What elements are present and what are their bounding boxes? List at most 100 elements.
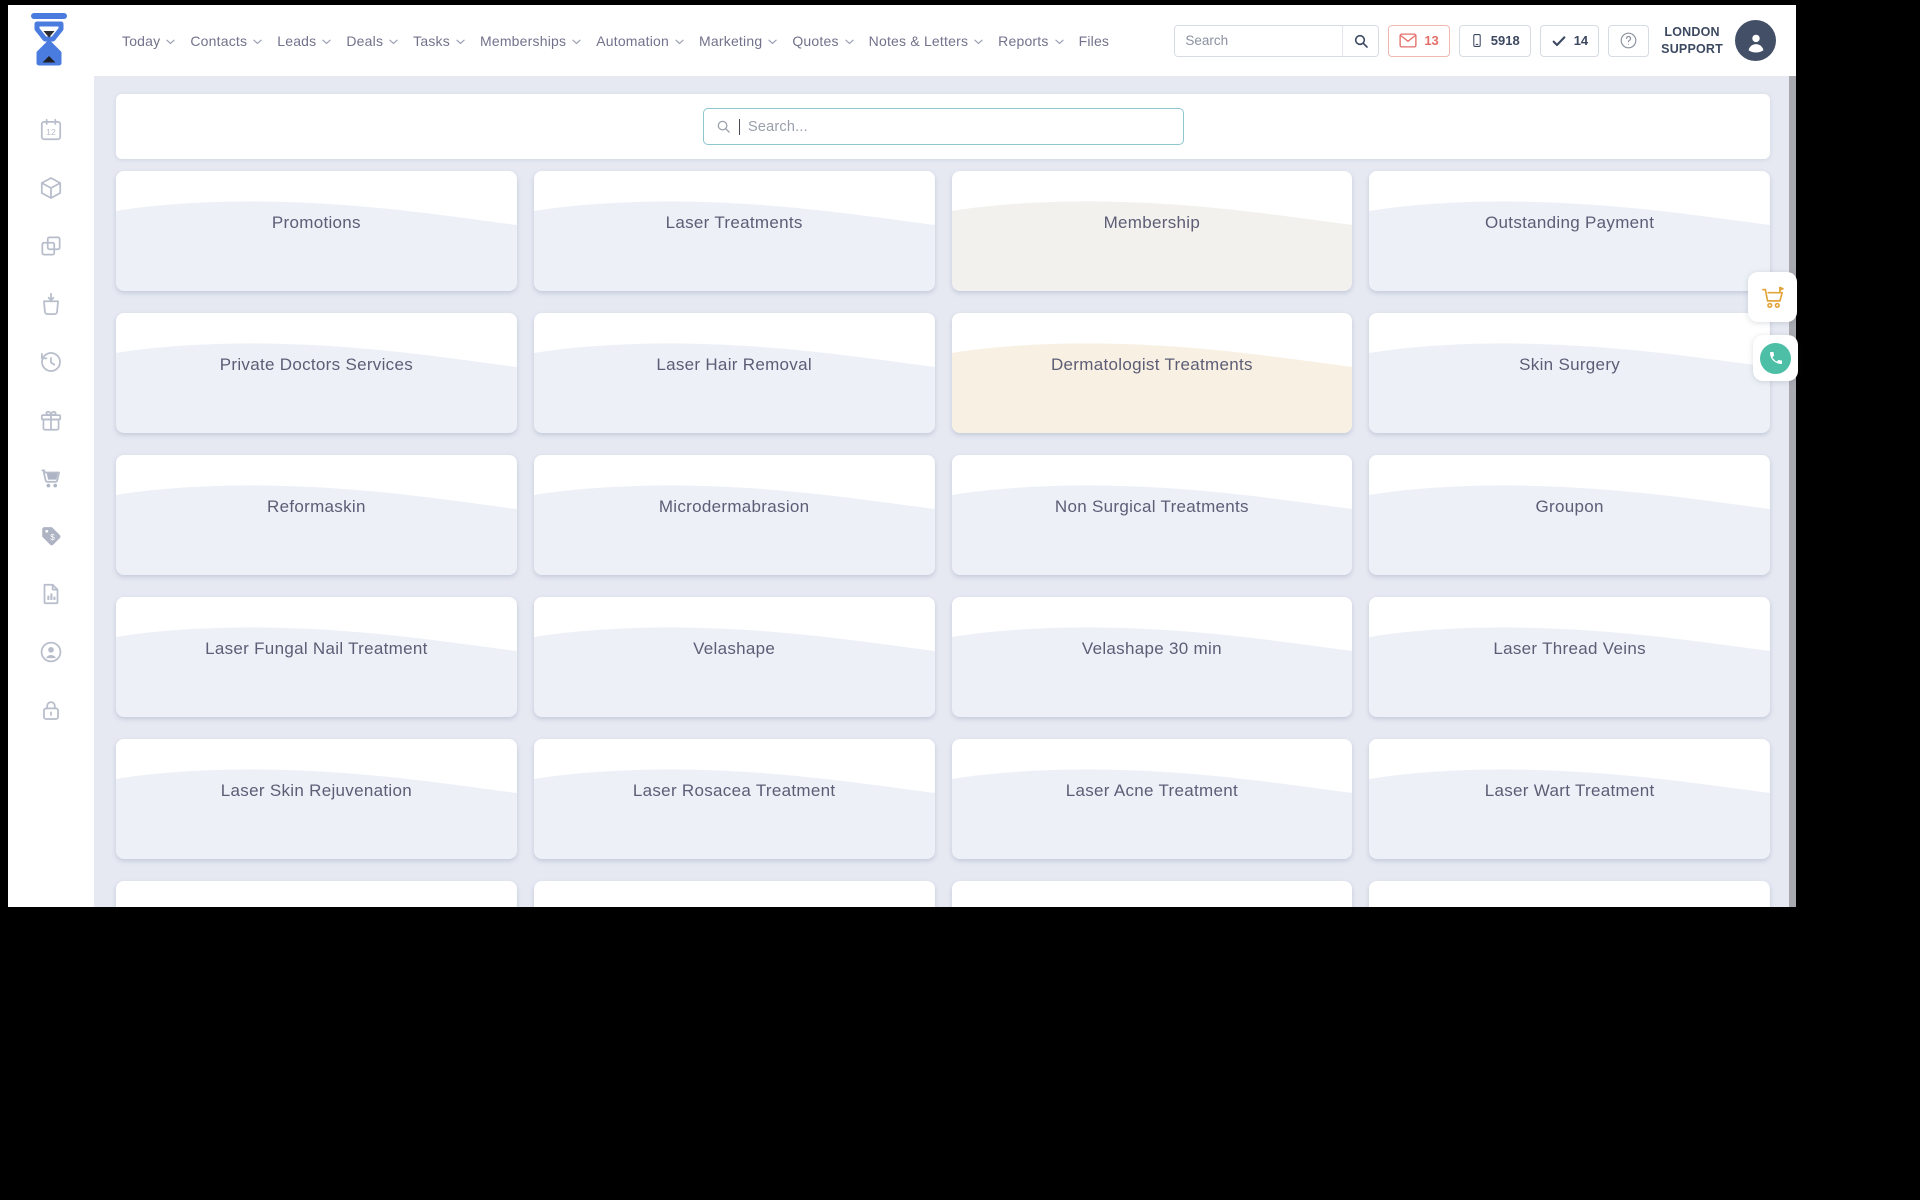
question-mark-icon bbox=[1620, 32, 1637, 49]
header-search-button[interactable] bbox=[1342, 25, 1379, 56]
category-card-label: Laser Acne Treatment bbox=[1065, 781, 1239, 800]
search-icon bbox=[717, 120, 730, 133]
avatar[interactable] bbox=[1735, 20, 1776, 61]
category-card-label: Laser Thread Veins bbox=[1493, 639, 1646, 658]
nav-item-label: Quotes bbox=[792, 32, 839, 49]
floating-cart-button[interactable] bbox=[1748, 272, 1797, 322]
category-card-label: Reformaskin bbox=[267, 497, 366, 516]
category-card[interactable]: Promotions bbox=[116, 171, 517, 291]
category-card[interactable] bbox=[533, 881, 935, 907]
chevron-down-icon bbox=[844, 39, 854, 44]
nav-item-label: Automation bbox=[596, 32, 670, 49]
nav-item[interactable]: Files bbox=[1079, 33, 1110, 49]
sidebar-item-cart[interactable] bbox=[38, 467, 64, 493]
nav-item[interactable]: Deals bbox=[346, 33, 398, 49]
category-search-placeholder: Search... bbox=[748, 118, 808, 135]
envelope-icon bbox=[1399, 33, 1417, 48]
sidebar-item-price-tag[interactable]: $ bbox=[38, 525, 64, 551]
sidebar-item-calendar[interactable]: 12 bbox=[38, 117, 64, 148]
header-search bbox=[1174, 24, 1380, 57]
nav-item-label: Deals bbox=[346, 32, 384, 49]
app-window: Today Contacts Leads Deals Tasks Members… bbox=[8, 5, 1796, 907]
report-document-icon bbox=[38, 581, 64, 612]
copy-icon bbox=[38, 233, 64, 264]
nav-item[interactable]: Marketing bbox=[699, 33, 777, 49]
user-name: LONDON SUPPORT bbox=[1661, 24, 1723, 57]
category-card[interactable]: Dermatologist Treatments bbox=[951, 313, 1353, 433]
nav-item[interactable]: Reports bbox=[998, 33, 1064, 49]
category-card-label bbox=[1369, 881, 1770, 907]
category-card[interactable]: Membership bbox=[951, 171, 1353, 291]
nav-item-label: Files bbox=[1078, 32, 1110, 49]
category-card[interactable]: Reformaskin bbox=[116, 455, 517, 575]
sidebar-item-lock[interactable] bbox=[38, 699, 64, 725]
nav-item[interactable]: Quotes bbox=[792, 32, 854, 49]
category-card[interactable]: Laser Fungal Nail Treatment bbox=[116, 597, 517, 717]
category-card[interactable] bbox=[116, 881, 517, 907]
floating-whatsapp-button[interactable] bbox=[1753, 335, 1798, 381]
person-icon bbox=[1748, 34, 1763, 53]
phone-extension-badge[interactable]: 5918 bbox=[1458, 24, 1531, 57]
nav-item[interactable]: Automation bbox=[596, 33, 684, 49]
email-notifications-badge[interactable]: 13 bbox=[1388, 24, 1450, 57]
help-button[interactable] bbox=[1608, 24, 1650, 57]
nav-item[interactable]: Today bbox=[122, 32, 176, 49]
nav-item[interactable]: Contacts bbox=[190, 33, 262, 49]
category-card[interactable]: Laser Hair Removal bbox=[533, 313, 935, 433]
sidebar-item-history[interactable] bbox=[38, 351, 64, 377]
nav-item[interactable]: Notes & Letters bbox=[869, 33, 984, 49]
category-card[interactable]: Laser Skin Rejuvenation bbox=[116, 739, 517, 859]
category-card[interactable]: Private Doctors Services bbox=[116, 313, 517, 433]
calendar-icon: 12 bbox=[38, 117, 64, 148]
category-card[interactable]: Microdermabrasion bbox=[533, 455, 935, 575]
category-card-label: Membership bbox=[1103, 213, 1201, 232]
svg-text:$: $ bbox=[50, 533, 55, 542]
category-card[interactable] bbox=[1369, 881, 1770, 907]
category-card-label: Laser Hair Removal bbox=[656, 355, 812, 374]
nav-item[interactable]: Memberships bbox=[480, 33, 581, 49]
nav-item[interactable]: Leads bbox=[277, 33, 332, 49]
category-search-input[interactable]: Search... bbox=[702, 108, 1184, 145]
sidebar-item-package[interactable] bbox=[38, 176, 64, 203]
tasks-done-badge[interactable]: 14 bbox=[1539, 24, 1600, 57]
category-card[interactable]: Velashape 30 min bbox=[951, 597, 1353, 717]
category-card[interactable]: Skin Surgery bbox=[1369, 313, 1770, 433]
cart-icon bbox=[38, 465, 64, 496]
category-card-label: Microdermabrasion bbox=[658, 497, 810, 516]
category-card-label: Laser Wart Treatment bbox=[1484, 781, 1655, 800]
sidebar-item-copy[interactable] bbox=[38, 235, 64, 261]
category-card[interactable]: Laser Thread Veins bbox=[1369, 597, 1770, 717]
category-card-label: Laser Treatments bbox=[665, 213, 803, 232]
chevron-down-icon bbox=[322, 39, 332, 44]
category-card[interactable] bbox=[951, 881, 1353, 907]
shopping-bag-icon bbox=[38, 291, 64, 322]
category-card[interactable]: Groupon bbox=[1369, 455, 1770, 575]
nav-item[interactable]: Tasks bbox=[413, 33, 465, 49]
text-cursor bbox=[738, 118, 740, 135]
category-card[interactable]: Outstanding Payment bbox=[1369, 171, 1770, 291]
main-nav: Today Contacts Leads Deals Tasks Members… bbox=[122, 33, 1109, 49]
sidebar-item-account[interactable] bbox=[38, 641, 64, 667]
category-card-label: Outstanding Payment bbox=[1485, 213, 1655, 232]
category-card-label bbox=[534, 881, 935, 907]
category-card[interactable]: Laser Treatments bbox=[533, 171, 935, 291]
checkmark-icon bbox=[1552, 35, 1566, 46]
sidebar-item-gift[interactable] bbox=[38, 409, 64, 435]
sidebar-item-shopping-bag[interactable] bbox=[38, 291, 64, 322]
header-search-input[interactable] bbox=[1175, 25, 1343, 56]
nav-item-label: Today bbox=[122, 32, 161, 49]
sidebar: 12 $ bbox=[8, 76, 94, 907]
category-search-panel: Search... bbox=[116, 94, 1770, 159]
category-card[interactable]: Laser Rosacea Treatment bbox=[533, 739, 935, 859]
scrollbar[interactable] bbox=[1789, 76, 1796, 907]
category-card[interactable]: Laser Wart Treatment bbox=[1369, 739, 1770, 859]
chevron-down-icon bbox=[974, 39, 983, 44]
category-card-label: Private Doctors Services bbox=[219, 355, 414, 374]
category-card[interactable]: Non Surgical Treatments bbox=[951, 455, 1353, 575]
category-card[interactable]: Velashape bbox=[533, 597, 935, 717]
sidebar-item-report-document[interactable] bbox=[38, 583, 64, 609]
nav-item-label: Notes & Letters bbox=[868, 32, 969, 49]
category-card[interactable]: Laser Acne Treatment bbox=[951, 739, 1353, 859]
category-card-label: Skin Surgery bbox=[1519, 355, 1621, 374]
app-logo[interactable] bbox=[26, 11, 72, 71]
